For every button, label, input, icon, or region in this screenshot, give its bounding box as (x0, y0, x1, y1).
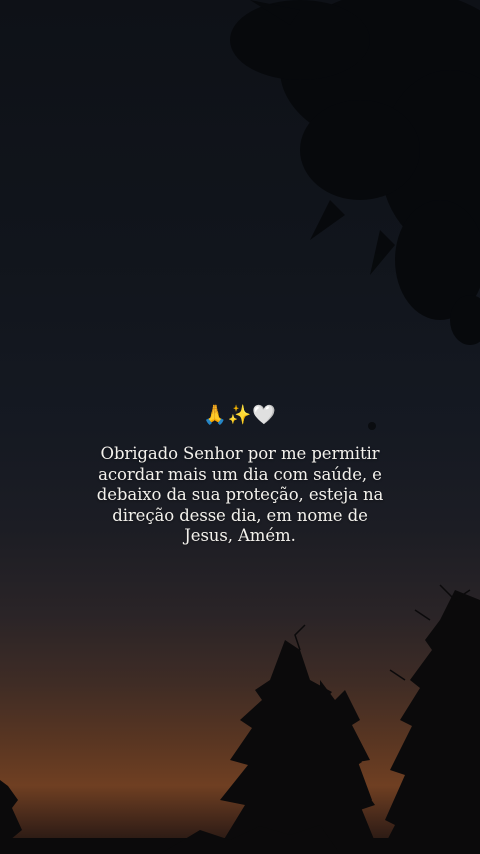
photo-background: 🙏✨🤍 Obrigado Senhor por me permitir acor… (0, 0, 480, 854)
sparkles-icon: ✨ (227, 404, 253, 426)
top-right-foliage (230, 0, 480, 345)
prayer-message: Obrigado Senhor por me permitir acordar … (96, 444, 384, 545)
white-heart-icon: 🤍 (252, 404, 277, 426)
quote-caption: 🙏✨🤍 Obrigado Senhor por me permitir acor… (60, 400, 420, 547)
emoji-row: 🙏✨🤍 (60, 400, 420, 430)
bottom-trees (0, 590, 480, 854)
praying-hands-icon: 🙏 (202, 404, 228, 426)
